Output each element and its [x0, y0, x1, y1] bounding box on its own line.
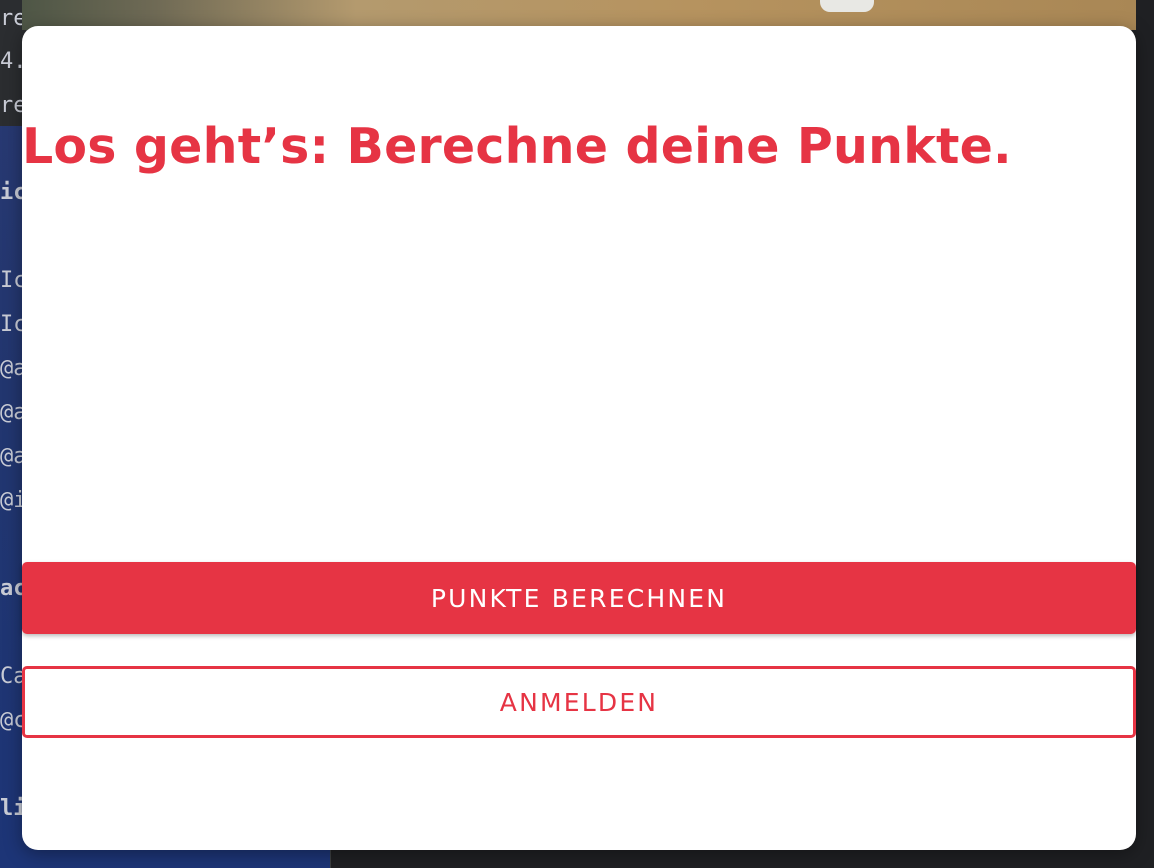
login-button-label: ANMELDEN [499, 687, 659, 717]
login-button[interactable]: ANMELDEN [22, 666, 1136, 738]
calculate-points-button[interactable]: PUNKTE BERECHNEN [22, 562, 1136, 634]
modal-title: Los geht’s: Berechne deine Punkte. [22, 118, 1012, 175]
calculate-points-button-label: PUNKTE BERECHNEN [430, 583, 728, 613]
modal-dialog: Los geht’s: Berechne deine Punkte. PUNKT… [22, 26, 1136, 850]
screen: re 4. re ic Ic Ic @a @a @a @i ac Ca @c l… [0, 0, 1154, 868]
cup-image [820, 0, 874, 12]
